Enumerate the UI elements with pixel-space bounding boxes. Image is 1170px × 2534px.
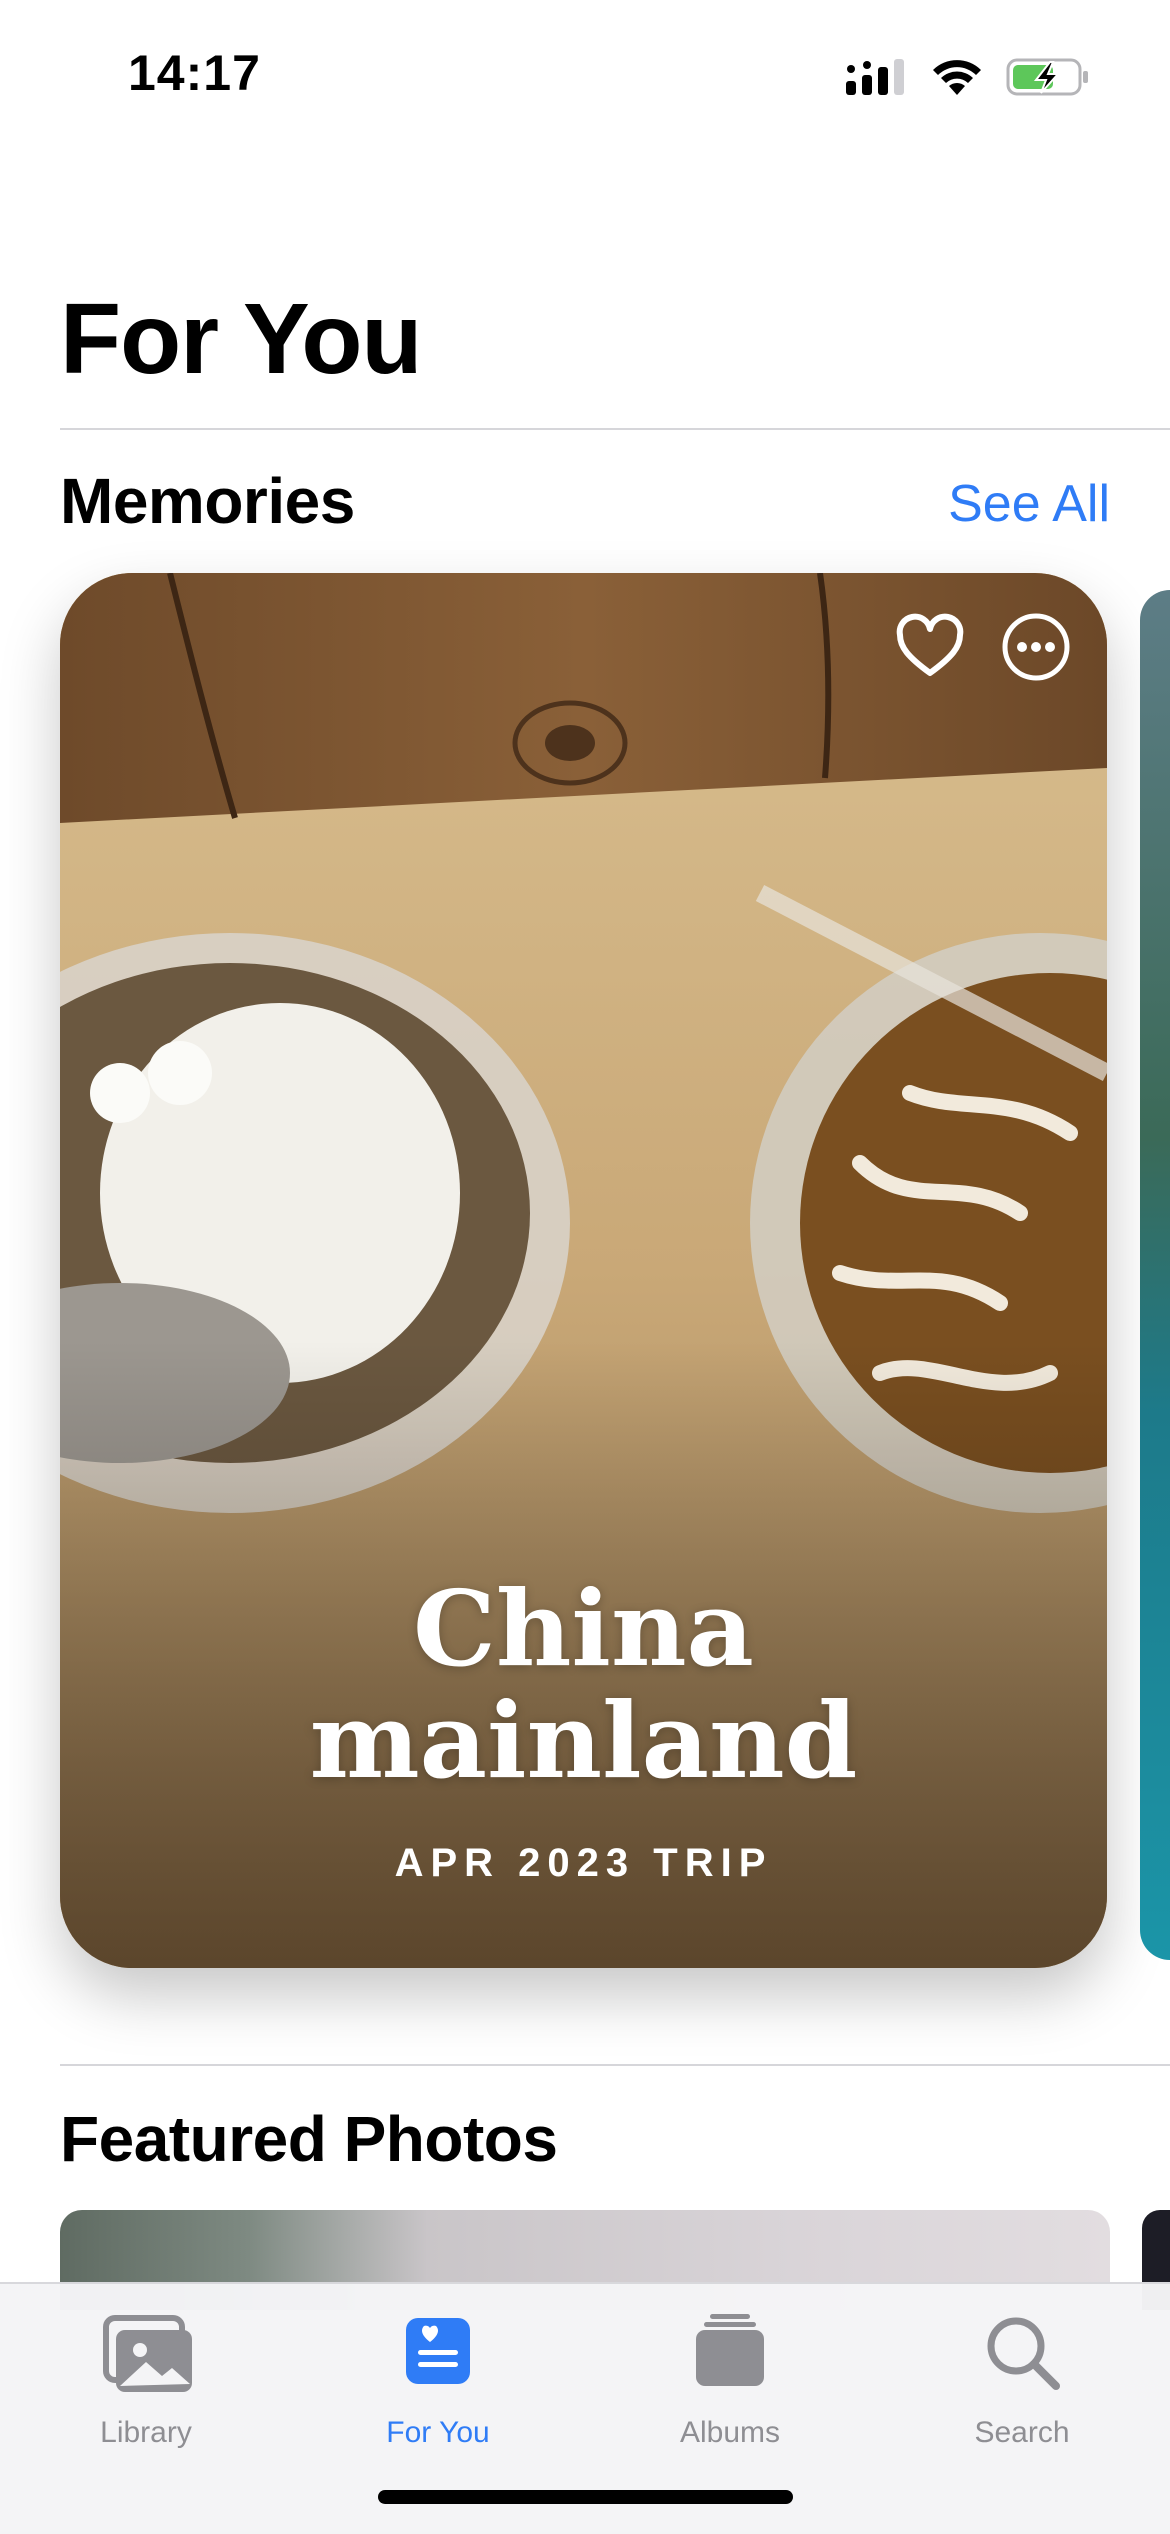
tab-library-label: Library [100,2416,192,2449]
cellular-signal-icon [846,59,904,95]
memories-section-title: Memories [60,465,355,537]
home-indicator[interactable] [378,2490,793,2504]
memory-title: China mainland [60,1573,1107,1797]
more-options-icon[interactable] [1000,611,1072,683]
see-all-link[interactable]: See All [948,474,1110,534]
wifi-icon [933,60,981,95]
next-memory-card-peek[interactable] [1140,590,1170,1960]
status-icons [846,52,1090,102]
tab-library[interactable]: Library [0,2302,292,2502]
tab-search[interactable]: Search [876,2302,1168,2502]
page-title: For You [60,283,423,395]
search-icon [987,2317,1060,2390]
battery-charging-icon [1006,58,1088,96]
section-divider [60,2064,1170,2066]
status-time: 14:17 [128,45,261,101]
featured-section-title: Featured Photos [60,2103,558,2175]
header-divider [60,428,1170,430]
heart-icon[interactable] [894,611,966,683]
status-bar: 14:17 [0,0,1170,150]
library-photos-icon [103,2315,192,2392]
memory-title-line1: China [413,1567,754,1690]
tab-for-you-label: For You [386,2416,490,2449]
albums-stack-icon [696,2314,764,2386]
for-you-icon [406,2318,470,2384]
tab-albums-label: Albums [679,2416,781,2449]
tab-albums[interactable]: Albums [584,2302,876,2502]
tab-for-you[interactable]: For You [292,2302,584,2502]
memory-subtitle: APR 2023 TRIP [394,1841,773,1885]
tab-search-label: Search [974,2416,1070,2449]
memory-title-line2: mainland [309,1679,858,1802]
memory-card[interactable]: China mainland APR 2023 TRIP [60,573,1107,1968]
